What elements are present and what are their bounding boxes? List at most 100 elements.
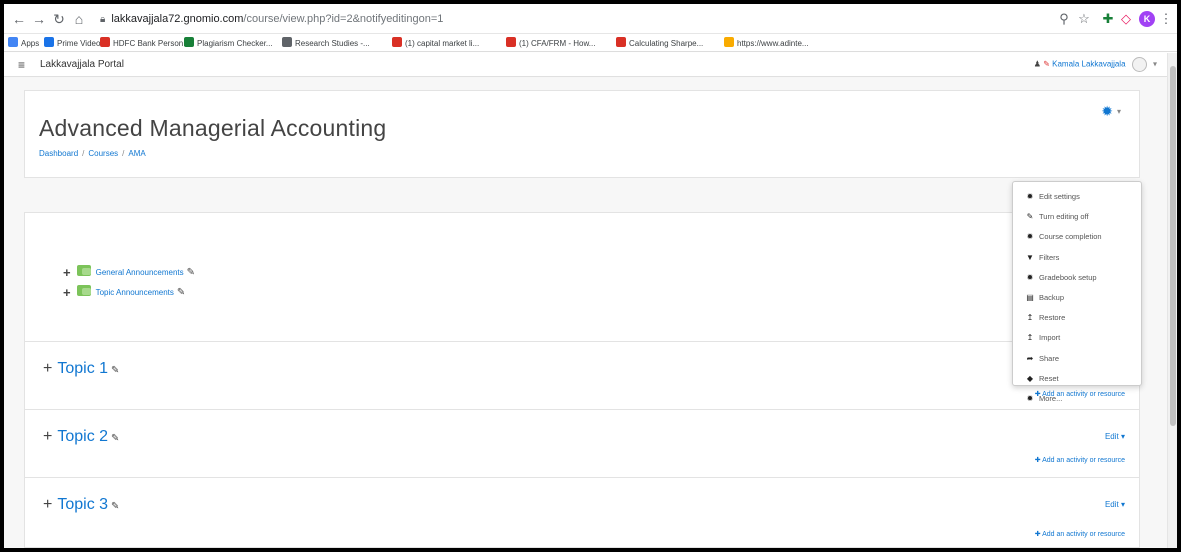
menu-item-label: Share <box>1039 353 1060 363</box>
section-topic-2: + Topic 2 ✎ Edit ▾ ✚ Add an activity or re… <box>25 409 1139 477</box>
bookmark-item[interactable]: https://www.adinte... <box>724 37 809 49</box>
pencil-icon[interactable]: ✎ <box>111 365 119 376</box>
bookmark-favicon-icon <box>724 37 734 47</box>
user-menu[interactable]: ♟ ✎ Kamala Lakkavajjala ▾ <box>1034 57 1157 72</box>
menu-item[interactable]: ↥ Restore <box>1013 308 1141 328</box>
bookmark-favicon-icon <box>392 37 402 47</box>
scrollbar[interactable] <box>1167 53 1177 548</box>
reset-icon: ◆ <box>1026 373 1034 383</box>
search-icon[interactable]: ⚲ <box>1055 10 1073 28</box>
bookmark-favicon-icon <box>184 37 194 47</box>
move-icon[interactable]: + <box>63 285 71 300</box>
section-title-label[interactable]: Topic 2 <box>57 428 108 445</box>
bell-icon[interactable]: ♟ <box>1034 60 1041 69</box>
bookmark-item[interactable]: (1) CFA/FRM - How... <box>506 37 595 49</box>
bookmark-item[interactable]: Apps <box>8 37 39 49</box>
edit-label: Edit <box>1104 432 1119 441</box>
bookmark-item[interactable]: (1) capital market li... <box>392 37 479 49</box>
home-icon[interactable]: ⌂ <box>70 10 88 28</box>
chevron-down-icon: ▾ <box>1120 432 1125 441</box>
breadcrumb-courses[interactable]: Courses <box>88 149 118 158</box>
activity-label[interactable]: Topic Announcements <box>96 288 174 297</box>
pencil-icon[interactable]: ✎ <box>177 287 185 298</box>
star-icon[interactable]: ☆ <box>1075 10 1093 28</box>
pencil-icon: ✎ <box>1026 212 1034 222</box>
menu-item-label: Filters <box>1039 252 1060 262</box>
edit-menu-link[interactable]: Edit ▾ <box>1105 500 1125 509</box>
browser-menu-icon[interactable]: ⋮ <box>1157 10 1175 28</box>
hamburger-icon[interactable]: ≡ <box>18 58 25 72</box>
menu-item-label: Restore <box>1039 313 1066 323</box>
back-icon[interactable]: ← <box>10 10 28 28</box>
bookmark-item[interactable]: Prime Video <box>44 37 100 49</box>
bookmark-label: https://www.adinte... <box>737 39 809 48</box>
menu-item[interactable]: ◆ Reset <box>1013 369 1141 389</box>
edit-menu-link[interactable]: Edit ▾ <box>1105 432 1125 441</box>
breadcrumb: Dashboard / Courses / AMA <box>39 149 146 158</box>
menu-item[interactable]: ✹ Gradebook setup <box>1013 268 1141 288</box>
page-title: Advanced Managerial Accounting <box>39 115 387 141</box>
menu-item[interactable]: ✎ Turn editing off <box>1013 207 1141 227</box>
chevron-down-icon: ▾ <box>1152 59 1157 69</box>
section-title-label[interactable]: Topic 1 <box>57 360 108 377</box>
section-title-label[interactable]: Topic 3 <box>57 496 108 513</box>
menu-item[interactable]: ▤ Backup <box>1013 288 1141 308</box>
menu-item-label: Import <box>1039 333 1061 343</box>
gear-icon: ✹ <box>1101 103 1113 119</box>
menu-item[interactable]: ✹ Course completion <box>1013 227 1141 247</box>
breadcrumb-course[interactable]: AMA <box>128 149 145 158</box>
menu-item-label: More... <box>1039 393 1063 403</box>
chevron-down-icon: ▾ <box>1120 500 1125 509</box>
activity-general-announcements[interactable]: + General Announcements ✎ <box>63 265 195 280</box>
forum-icon <box>76 265 91 276</box>
bookmark-favicon-icon <box>100 37 110 47</box>
edit-label: Edit <box>1104 500 1119 509</box>
activity-topic-announcements[interactable]: + Topic Announcements ✎ <box>63 285 185 300</box>
menu-item-label: Turn editing off <box>1039 212 1089 222</box>
bookmark-item[interactable]: HDFC Bank Person... <box>100 37 190 49</box>
move-icon[interactable]: + <box>43 360 52 377</box>
activity-label[interactable]: General Announcements <box>96 268 184 277</box>
message-icon[interactable]: ✎ <box>1043 60 1050 69</box>
pencil-icon[interactable]: ✎ <box>111 501 119 512</box>
bookmark-label: (1) capital market li... <box>405 39 480 48</box>
pencil-icon[interactable]: ✎ <box>187 267 195 278</box>
section-title[interactable]: + Topic 3 ✎ <box>43 496 119 514</box>
url-input[interactable]: 🔒︎ lakkavajjala72.gnomio.com/course/view.… <box>100 8 940 30</box>
menu-item[interactable]: ✹ Edit settings <box>1013 187 1141 207</box>
site-name[interactable]: Lakkavajjala Portal <box>40 59 124 70</box>
move-icon[interactable]: + <box>43 496 52 513</box>
section-title[interactable]: + Topic 2 ✎ <box>43 428 119 446</box>
menu-item[interactable]: ↥ Import <box>1013 328 1141 348</box>
course-actions-menu: ✹ Edit settings ✎ Turn editing off ✹ Course c… <box>1012 181 1142 403</box>
bookmark-item[interactable]: Plagiarism Checker... <box>184 37 273 49</box>
address-bar-row: ← → ↻ ⌂ 🔒︎ lakkavajjala72.gnomio.com/cour… <box>4 4 1177 34</box>
add-activity-label: Add an activity or resource <box>1042 457 1125 464</box>
reload-icon[interactable]: ↻ <box>50 10 68 28</box>
scrollbar-thumb[interactable] <box>1170 66 1176 426</box>
gear-icon: ✹ <box>1026 192 1034 201</box>
menu-item[interactable]: ✹ More... <box>1013 389 1141 409</box>
course-actions-button[interactable]: ✹ ▾ <box>1101 103 1121 120</box>
bookmark-favicon-icon <box>616 37 626 47</box>
bookmark-label: Plagiarism Checker... <box>197 39 273 48</box>
section-title[interactable]: + Topic 1 ✎ <box>43 360 119 378</box>
add-activity-link[interactable]: ✚ Add an activity or resource <box>1035 530 1125 538</box>
profile-avatar[interactable]: K <box>1139 11 1155 27</box>
menu-item[interactable]: ▼ Filters <box>1013 248 1141 268</box>
forward-icon[interactable]: → <box>30 10 48 28</box>
bookmark-label: Calculating Sharpe... <box>629 39 704 48</box>
bookmark-favicon-icon <box>282 37 292 47</box>
pencil-icon[interactable]: ✎ <box>111 433 119 444</box>
breadcrumb-dashboard[interactable]: Dashboard <box>39 149 78 158</box>
move-icon[interactable]: + <box>43 428 52 445</box>
menu-item[interactable]: ➦ Share <box>1013 349 1141 369</box>
bookmark-item[interactable]: Calculating Sharpe... <box>616 37 703 49</box>
plus-icon: ✚ <box>1034 457 1041 464</box>
bookmark-item[interactable]: Research Studies -... <box>282 37 370 49</box>
extension-icon[interactable]: ✚ <box>1099 10 1117 28</box>
add-activity-link[interactable]: ✚ Add an activity or resource <box>1035 456 1125 464</box>
extension-icon[interactable]: ◇ <box>1117 10 1135 28</box>
move-icon[interactable]: + <box>63 265 71 280</box>
menu-item-label: Course completion <box>1039 232 1102 242</box>
